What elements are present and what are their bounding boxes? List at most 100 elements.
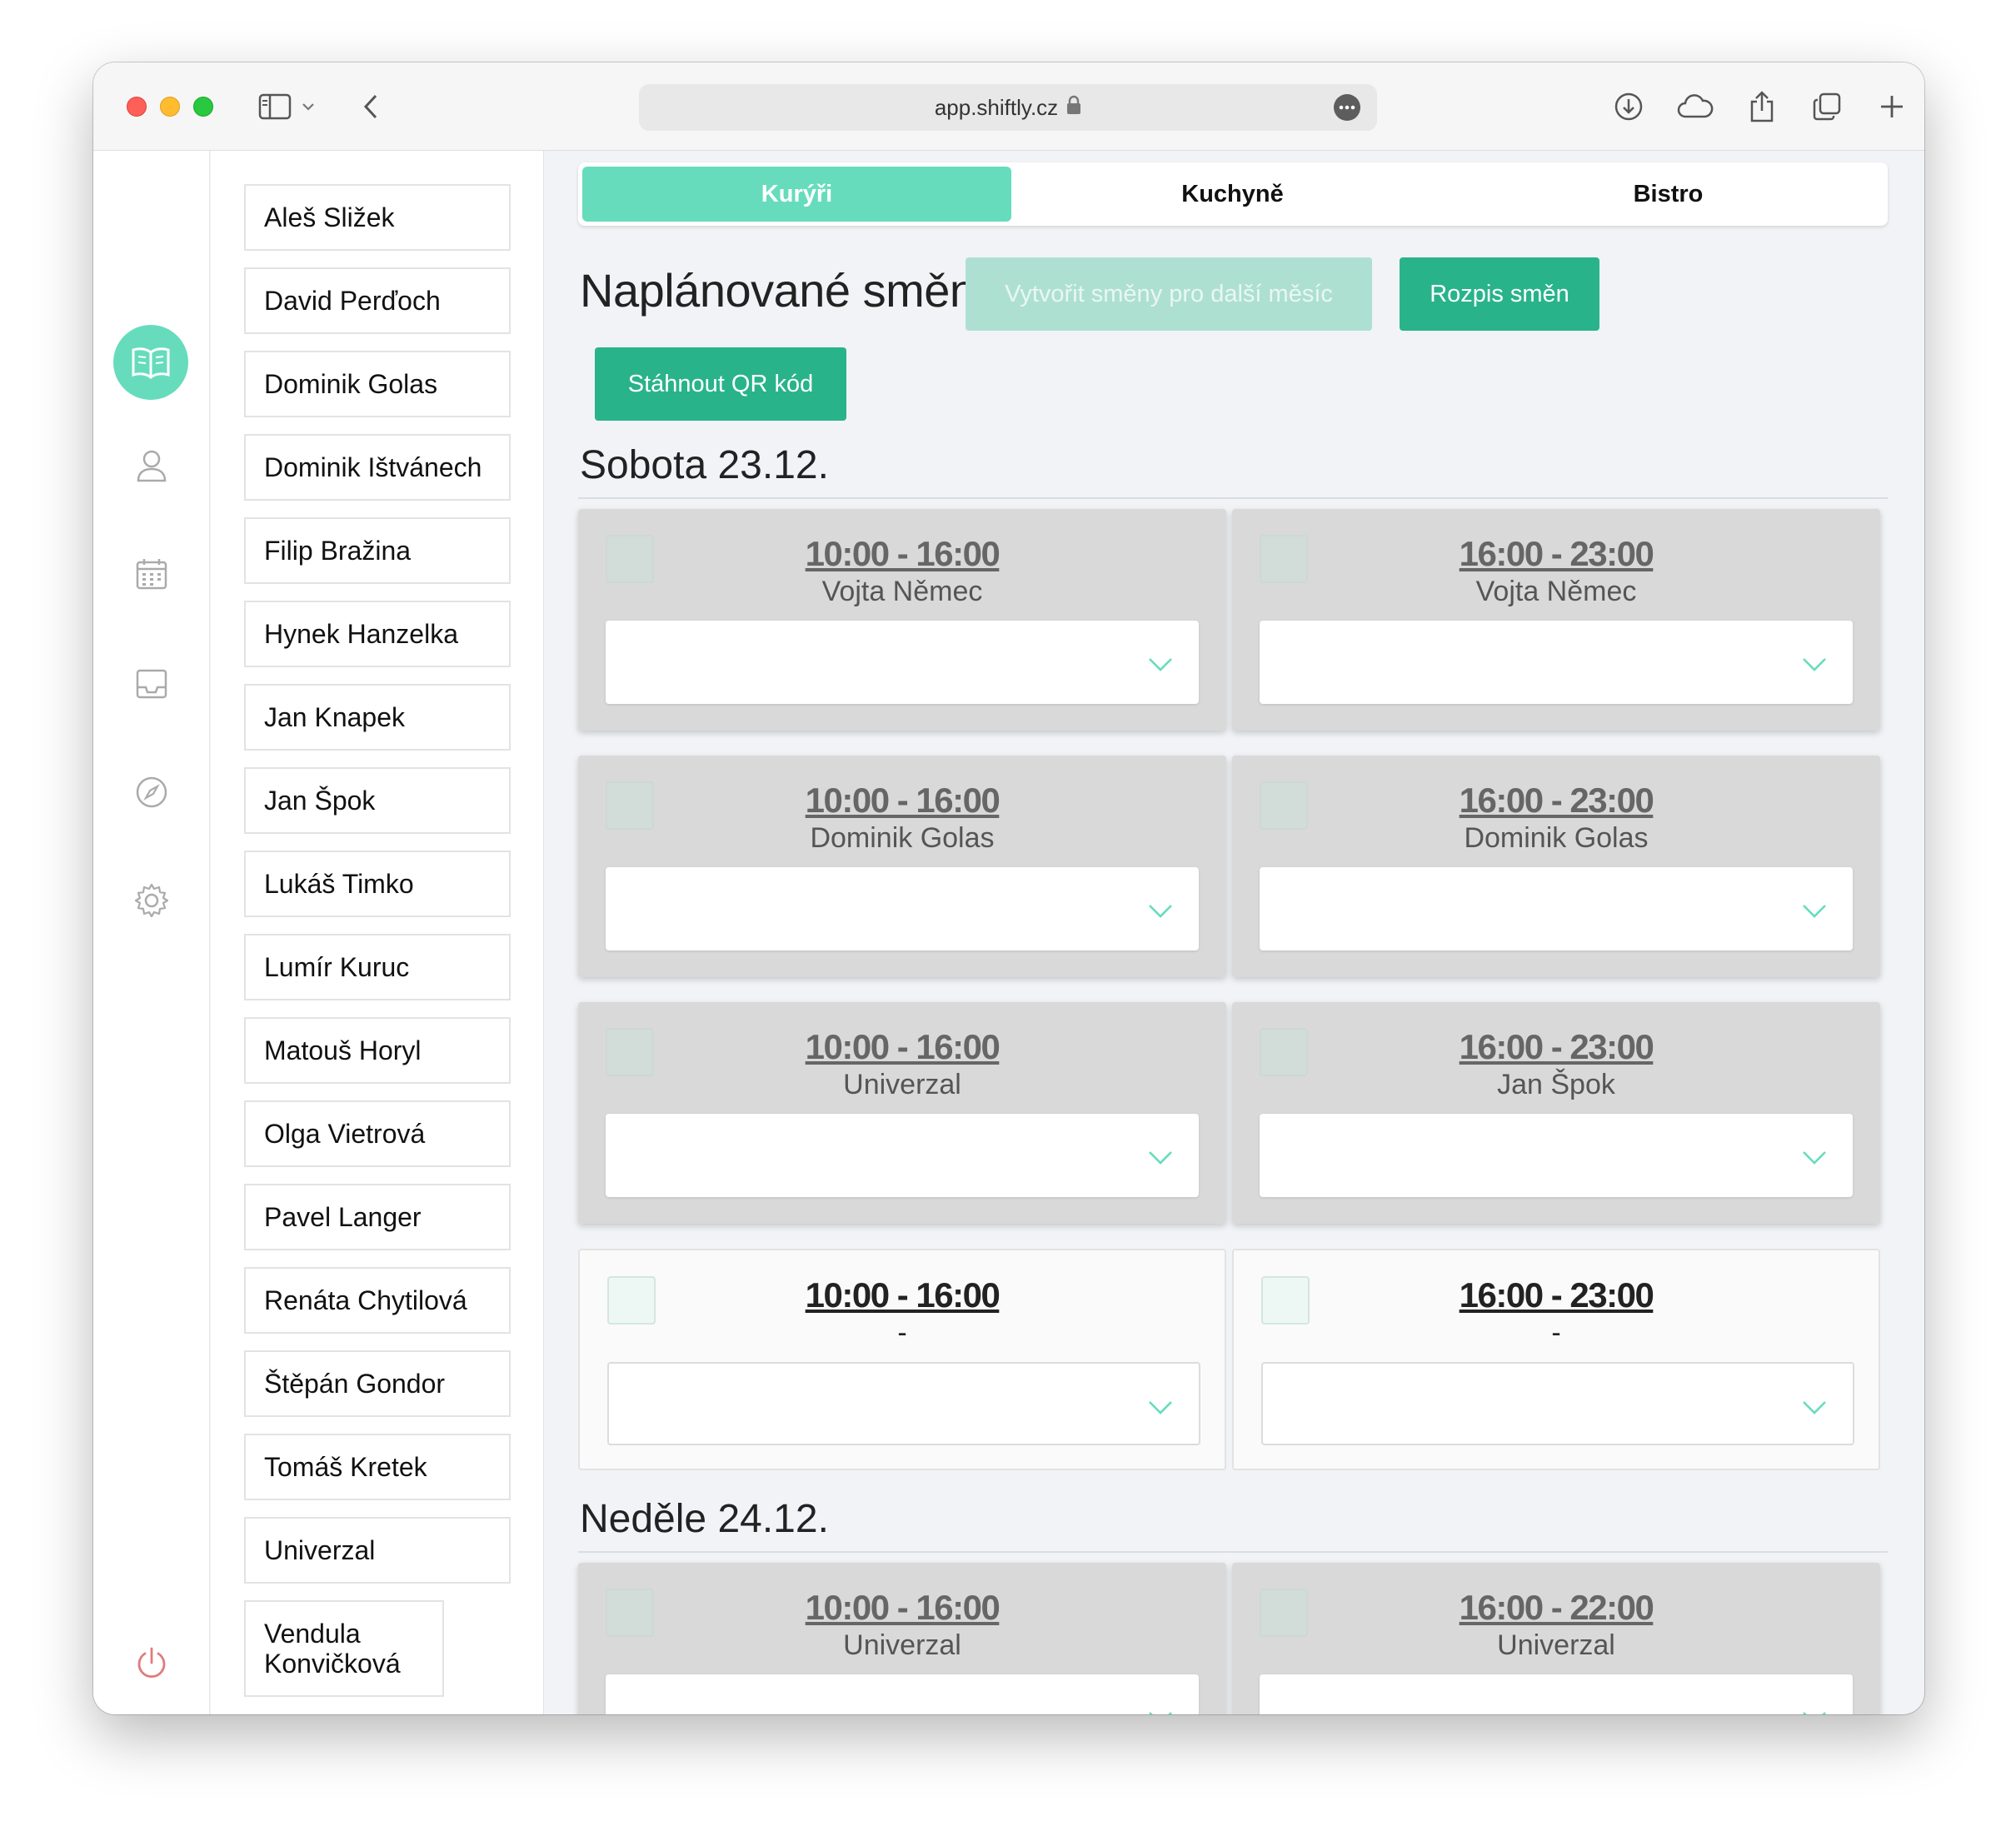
cloud-icon[interactable] <box>1676 87 1714 126</box>
calendar-icon[interactable] <box>133 556 170 592</box>
chevron-down-icon <box>1803 658 1826 671</box>
page-title: Naplánované směny <box>580 264 999 317</box>
download-qr-button[interactable]: Stáhnout QR kód <box>595 347 846 421</box>
assign-person-select[interactable] <box>1260 1114 1853 1197</box>
shift-time-link[interactable]: 10:00 - 16:00 <box>578 1588 1226 1628</box>
list-item[interactable]: Dominik Ištvánech <box>244 434 511 501</box>
list-item[interactable]: Univerzal <box>244 1517 511 1584</box>
list-item[interactable]: Jan Knapek <box>244 684 511 751</box>
people-list: Aleš Sližek David Perďoch Dominik Golas … <box>211 151 544 1714</box>
shift-time-link[interactable]: 16:00 - 23:00 <box>1234 1275 1879 1315</box>
assign-person-select[interactable] <box>1260 1674 1853 1714</box>
tabs-overview-icon[interactable] <box>1808 87 1846 126</box>
shift-time-link[interactable]: 10:00 - 16:00 <box>578 534 1226 574</box>
shift-time-link[interactable]: 16:00 - 23:00 <box>1232 534 1880 574</box>
shift-card: 10:00 - 16:00- <box>578 1249 1226 1470</box>
minimize-window-button[interactable] <box>160 97 180 117</box>
chevron-down-icon <box>1149 1151 1172 1165</box>
tab-bistro[interactable]: Bistro <box>1454 167 1883 222</box>
assign-person-select[interactable] <box>606 1114 1199 1197</box>
list-item[interactable]: Filip Bražina <box>244 517 511 584</box>
shift-card: 10:00 - 16:00 Univerzal <box>578 1563 1226 1714</box>
schedule-button[interactable]: Rozpis směn <box>1400 257 1599 331</box>
shift-person: Vojta Němec <box>821 576 983 607</box>
list-item[interactable]: David Perďoch <box>244 267 511 334</box>
shift-card: 10:00 - 16:00 Vojta Němec <box>578 509 1226 731</box>
shift-person: - <box>897 1317 907 1349</box>
shift-card: 10:00 - 16:00 Univerzal <box>578 1002 1226 1224</box>
shift-card: 16:00 - 23:00- <box>1232 1249 1880 1470</box>
assign-person-select[interactable] <box>1260 867 1853 950</box>
new-tab-icon[interactable] <box>1873 87 1911 126</box>
chevron-down-icon[interactable] <box>297 87 319 126</box>
address-bar[interactable]: app.shiftly.cz <box>639 84 1377 131</box>
icon-sidebar <box>93 151 210 1714</box>
list-item[interactable]: Vendula Konvičková <box>244 1600 444 1697</box>
zoom-window-button[interactable] <box>193 97 213 117</box>
shift-person: Univerzal <box>1497 1629 1615 1661</box>
close-window-button[interactable] <box>127 97 147 117</box>
shift-time-link[interactable]: 10:00 - 16:00 <box>578 1027 1226 1067</box>
list-item[interactable]: Hynek Hanzelka <box>244 601 511 667</box>
shift-person: Univerzal <box>843 1629 961 1661</box>
shift-time-link[interactable]: 16:00 - 22:00 <box>1232 1588 1880 1628</box>
shift-person: Vojta Němec <box>1475 576 1637 607</box>
shift-time-link[interactable]: 10:00 - 16:00 <box>578 781 1226 821</box>
share-icon[interactable] <box>1743 87 1781 126</box>
shift-card: 16:00 - 23:00 Jan Špok <box>1232 1002 1880 1224</box>
sidebar-toggle-icon[interactable] <box>256 87 294 126</box>
shift-card: 16:00 - 22:00 Univerzal <box>1232 1563 1880 1714</box>
shift-card: 10:00 - 16:00 Dominik Golas <box>578 756 1226 977</box>
chevron-down-icon <box>1803 1401 1826 1414</box>
inbox-icon[interactable] <box>133 666 170 702</box>
assign-person-select[interactable] <box>606 1674 1199 1714</box>
shift-time-link[interactable]: 16:00 - 23:00 <box>1232 781 1880 821</box>
list-item[interactable]: Aleš Sližek <box>244 184 511 251</box>
list-item[interactable]: Olga Vietrová <box>244 1100 511 1167</box>
chevron-down-icon <box>1149 1401 1172 1414</box>
app-content: Aleš Sližek David Perďoch Dominik Golas … <box>93 151 1924 1714</box>
assign-person-select[interactable] <box>606 621 1199 704</box>
url-text: app.shiftly.cz <box>934 94 1059 120</box>
assign-person-select[interactable] <box>1260 621 1853 704</box>
shift-time-link[interactable]: 16:00 - 23:00 <box>1232 1027 1880 1067</box>
browser-toolbar: app.shiftly.cz <box>93 62 1924 151</box>
shift-card: 16:00 - 23:00 Vojta Němec <box>1232 509 1880 731</box>
list-item[interactable]: Lukáš Timko <box>244 851 511 917</box>
chevron-down-icon <box>1803 905 1826 918</box>
create-next-month-button[interactable]: Vytvořit směny pro další měsíc <box>966 257 1372 331</box>
list-item[interactable]: Tomáš Kretek <box>244 1434 511 1500</box>
back-arrow-icon[interactable] <box>352 87 390 126</box>
shift-person: Univerzal <box>843 1069 961 1100</box>
compass-icon[interactable] <box>133 774 170 811</box>
list-item[interactable]: Dominik Golas <box>244 351 511 417</box>
tab-kuryri[interactable]: Kurýři <box>582 167 1011 222</box>
day-divider <box>578 497 1888 499</box>
assign-person-select[interactable] <box>1261 1362 1854 1445</box>
user-icon[interactable] <box>133 447 170 484</box>
assign-person-select[interactable] <box>607 1362 1200 1445</box>
more-icon[interactable] <box>1334 94 1360 121</box>
chevron-down-icon <box>1149 1712 1172 1714</box>
list-item[interactable]: Štěpán Gondor <box>244 1350 511 1417</box>
list-item[interactable]: Matouš Horyl <box>244 1017 511 1084</box>
settings-icon[interactable] <box>133 882 170 919</box>
list-item[interactable]: Lumír Kuruc <box>244 934 511 1000</box>
download-icon[interactable] <box>1609 87 1648 126</box>
department-tabs: Kurýři Kuchyně Bistro <box>578 162 1888 226</box>
day-divider <box>578 1551 1888 1553</box>
power-icon[interactable] <box>133 1645 170 1682</box>
list-item[interactable]: Renáta Chytilová <box>244 1267 511 1334</box>
assign-person-select[interactable] <box>606 867 1199 950</box>
shift-person: Jan Špok <box>1497 1069 1615 1100</box>
list-item[interactable]: Pavel Langer <box>244 1184 511 1250</box>
lock-icon <box>1066 95 1081 121</box>
book-icon[interactable] <box>113 325 188 400</box>
main-panel: Kurýři Kuchyně Bistro Naplánované směny … <box>545 151 1924 1714</box>
shift-time-link[interactable]: 10:00 - 16:00 <box>580 1275 1225 1315</box>
chevron-down-icon <box>1803 1712 1826 1714</box>
shift-person: - <box>1551 1317 1561 1349</box>
tab-kuchyne[interactable]: Kuchyně <box>1018 167 1447 222</box>
chevron-down-icon <box>1149 658 1172 671</box>
list-item[interactable]: Jan Špok <box>244 767 511 834</box>
